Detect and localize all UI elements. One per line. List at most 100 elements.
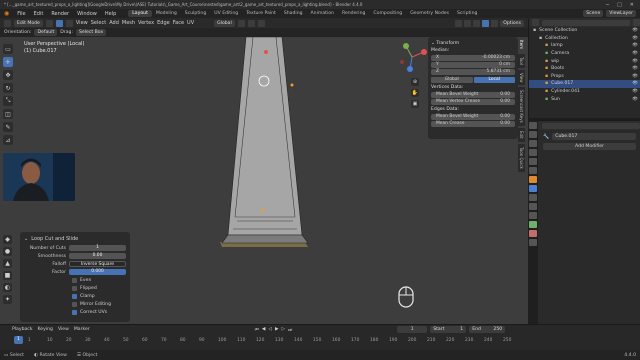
physics-tab-icon[interactable] [529, 203, 537, 210]
operator-field-value[interactable]: 1 [69, 245, 126, 251]
operator-checkbox-row[interactable]: Flipped [24, 284, 126, 292]
menu-edit[interactable]: Edit [30, 11, 48, 17]
tool-move[interactable]: ✥ [3, 70, 13, 80]
transform-orientation-dropdown[interactable]: Global [214, 19, 235, 27]
jump-start-icon[interactable]: ⏮ [255, 327, 259, 333]
eye-icon[interactable]: 👁 [632, 43, 638, 48]
eye-icon[interactable]: 👁 [632, 59, 638, 64]
proportional-edit-icon[interactable] [257, 19, 265, 27]
addon-icon-4[interactable]: ■ [3, 271, 12, 280]
tool-rotate[interactable]: ↻ [3, 83, 13, 93]
transform-section-header[interactable]: ⌄ Transform [431, 41, 515, 46]
scene-tab-icon[interactable] [529, 158, 537, 165]
menu-select[interactable]: Select [91, 20, 106, 26]
outliner-row[interactable]: ▪ wip 👁 [529, 57, 640, 65]
tab-sculpting[interactable]: Sculpting [181, 10, 210, 17]
texture-tab-icon[interactable] [529, 239, 537, 246]
checkbox[interactable] [72, 309, 77, 315]
operator-checkbox-row[interactable]: Correct UVs [24, 308, 126, 316]
menu-vertex[interactable]: Vertex [138, 20, 154, 26]
blender-logo-icon[interactable]: ◉ [0, 10, 13, 17]
addon-icon-3[interactable]: ▲ [3, 259, 12, 268]
tool-scale[interactable]: ⤡ [3, 96, 13, 106]
properties-search-input[interactable] [542, 122, 640, 129]
eye-icon[interactable]: 👁 [632, 66, 638, 71]
end-frame-field[interactable]: End 250 [469, 326, 506, 333]
xray-icon[interactable] [473, 19, 481, 27]
operator-field-value[interactable]: Inverse Square [69, 261, 126, 267]
operator-field-value[interactable]: 0.000 [69, 269, 126, 275]
object-name-field[interactable]: Cube.017 [552, 133, 636, 140]
edge-crease-field[interactable]: Mean Crease 0.00 [431, 121, 515, 127]
mode-dropdown[interactable]: Edit Mode [14, 19, 43, 27]
addon-icon-5[interactable]: ◐ [3, 283, 12, 292]
tab-modeling[interactable]: Modeling [152, 10, 181, 17]
play-reverse-icon[interactable]: ◁ [268, 327, 272, 333]
maximize-icon[interactable]: □ [617, 2, 622, 8]
modifier-tab-icon[interactable] [529, 185, 537, 192]
outliner-search-input[interactable] [542, 19, 630, 26]
checkbox[interactable] [72, 301, 77, 307]
playhead[interactable]: 1 [14, 336, 23, 344]
eye-icon[interactable]: 👁 [632, 74, 638, 79]
zoom-icon[interactable]: ⊕ [411, 78, 419, 86]
view-layer-selector[interactable]: ViewLayer [606, 10, 636, 17]
play-icon[interactable]: ▶ [275, 327, 279, 333]
operator-checkbox-row[interactable]: Mirror Editing [24, 300, 126, 308]
add-modifier-button[interactable]: Add Modifier [543, 143, 636, 150]
timeline-ruler[interactable]: 1 1 10 20 30 40 50 60 70 80 90 100 110 120 130 140 150 1… [0, 336, 640, 346]
tab-shading[interactable]: Shading [280, 10, 307, 17]
operator-checkbox-row[interactable]: Even [24, 276, 126, 284]
tab-edit[interactable]: Edit [518, 128, 525, 142]
jump-end-icon[interactable]: ⏭ [288, 327, 292, 333]
tab-tool[interactable]: Tool [518, 54, 525, 68]
scene-selector[interactable]: Scene [583, 10, 604, 17]
outliner-row[interactable]: ▪ Cylinder.041 👁 [529, 88, 640, 96]
timeline-view-menu[interactable]: View [58, 327, 69, 332]
pivot-icon[interactable] [237, 19, 245, 27]
options-dropdown[interactable]: Options [500, 19, 524, 27]
tool-annotate[interactable]: ✎ [3, 122, 13, 132]
next-key-icon[interactable]: ▷ [282, 327, 286, 333]
eye-icon[interactable]: 👁 [632, 51, 638, 56]
edge-select-icon[interactable] [55, 19, 63, 27]
checkbox[interactable] [72, 285, 77, 291]
tab-toon-quick[interactable]: Toon Quick [518, 143, 525, 172]
tab-item[interactable]: Item [518, 37, 525, 53]
space-global-button[interactable]: Global [431, 77, 473, 83]
menu-uv[interactable]: UV [187, 20, 194, 26]
outliner-row[interactable]: ▪ Boots 👁 [529, 65, 640, 73]
tool-transform[interactable]: ◫ [3, 109, 13, 119]
tool-cursor[interactable]: ✛ [3, 57, 13, 67]
outliner-row[interactable]: ▪ Cube.017 👁 [529, 80, 640, 88]
timeline-playback-menu[interactable]: Playback [12, 327, 33, 332]
shading-solid-icon[interactable] [482, 19, 490, 27]
material-tab-icon[interactable] [529, 230, 537, 237]
tab-scripting[interactable]: Scripting [453, 10, 481, 17]
vertex-select-icon[interactable] [45, 19, 53, 27]
current-frame-field[interactable]: 1 [397, 326, 428, 333]
outliner-row[interactable]: ▪ lamp 👁 [529, 42, 640, 50]
timeline-marker-menu[interactable]: Marker [74, 327, 90, 332]
outliner-row[interactable]: ▪ Camera 👁 [529, 50, 640, 58]
median-z-field[interactable]: Z 5.8731 cm [431, 69, 515, 75]
data-tab-icon[interactable] [529, 221, 537, 228]
menu-add[interactable]: Add [109, 20, 119, 26]
output-props-tab-icon[interactable] [529, 140, 537, 147]
tool-measure[interactable]: ⊿ [3, 135, 13, 145]
checkbox[interactable] [72, 293, 77, 299]
world-tab-icon[interactable] [529, 167, 537, 174]
tab-view[interactable]: View [518, 69, 525, 86]
snap-icon[interactable] [247, 19, 255, 27]
constraints-tab-icon[interactable] [529, 212, 537, 219]
camera-view-icon[interactable]: ▣ [411, 100, 419, 108]
tool-select-box[interactable]: ▭ [3, 44, 13, 54]
timeline-keying-menu[interactable]: Keying [38, 327, 53, 332]
navigation-gizmo[interactable] [396, 40, 430, 74]
collapse-chevron-icon[interactable]: ⌄ [24, 236, 28, 242]
vertex-crease-field[interactable]: Mean Vertex Crease 0.00 [431, 99, 515, 105]
eye-icon[interactable]: 👁 [632, 89, 638, 94]
menu-file[interactable]: File [13, 11, 29, 17]
close-icon[interactable]: ✕ [630, 2, 634, 8]
face-select-icon[interactable] [65, 19, 73, 27]
